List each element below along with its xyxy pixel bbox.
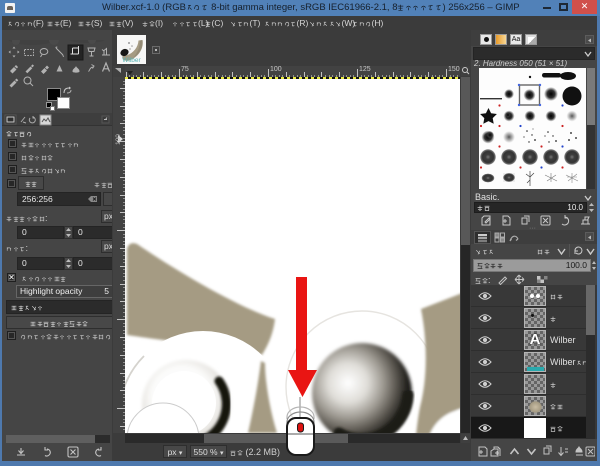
svg-text:Wilber: Wilber: [122, 57, 141, 64]
